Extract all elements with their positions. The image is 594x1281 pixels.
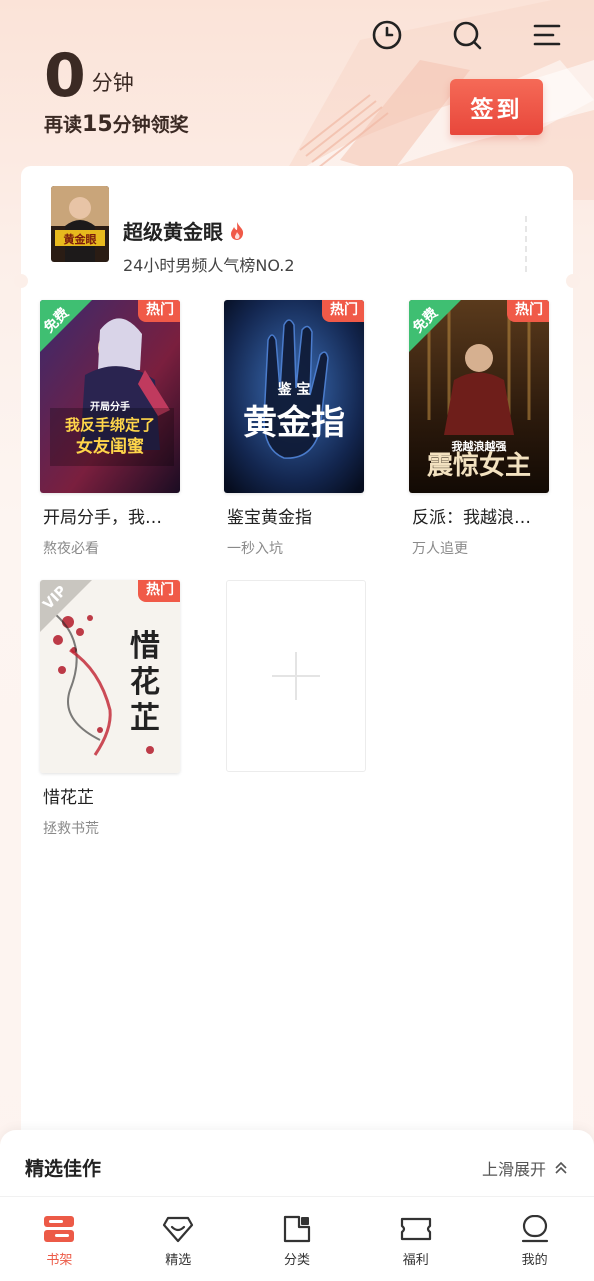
reward-tip-minutes: 15 — [82, 112, 113, 137]
tab-welfare-label: 福利 — [402, 1253, 429, 1268]
expand-featured-button[interactable]: 上滑展开 — [482, 1156, 568, 1180]
book-title: 惜花芷 — [43, 788, 94, 808]
book-item[interactable]: 惜 花 芷 VIP 热门 惜花芷 拯救书荒 — [40, 580, 180, 838]
bookshelf-icon — [44, 1216, 75, 1242]
vip-badge: VIP — [40, 580, 92, 632]
add-book-button[interactable] — [226, 580, 366, 772]
reading-minutes-value: 0 — [44, 41, 86, 111]
free-badge: 免费 — [40, 300, 92, 352]
svg-text:开局分手: 开局分手 — [90, 400, 130, 413]
expand-featured-label: 上滑展开 — [481, 1160, 546, 1179]
bookshelf-panel: 黄金眼 超级黄金眼 24小时男频人气榜NO.2 我反手绑定了 女友闺蜜 开局分手… — [14, 166, 580, 1166]
featured-section-bar[interactable]: 精选佳作 上滑展开 — [0, 1130, 594, 1200]
header-toolbar — [370, 18, 564, 52]
tab-category[interactable]: 分类 — [238, 1197, 357, 1281]
tab-category-label: 分类 — [283, 1253, 310, 1268]
tab-welfare[interactable]: 福利 — [356, 1197, 475, 1281]
book-item[interactable]: 鉴 宝 黄金指 热门 鉴宝黄金指 一秒入坑 — [224, 300, 364, 558]
flame-icon — [229, 221, 245, 246]
book-cover-title-art: 震惊女主 — [427, 450, 531, 481]
plus-icon — [272, 652, 320, 700]
book-cover[interactable]: 我反手绑定了 女友闺蜜 开局分手 免费 热门 — [40, 300, 180, 493]
hot-badge: 热门 — [322, 300, 364, 322]
hot-badge: 热门 — [138, 580, 180, 602]
book-cover-title-art: 黄金指 — [243, 403, 345, 443]
tab-bookshelf[interactable]: 书架 — [0, 1197, 119, 1281]
book-title: 反派：我越浪… — [412, 508, 531, 528]
reward-tip-suffix: 分钟领奖 — [112, 114, 189, 136]
rank-book-subtitle: 24小时男频人气榜NO.2 — [123, 256, 295, 275]
rank-card-divider — [525, 216, 527, 272]
svg-text:我反手绑定了: 我反手绑定了 — [65, 416, 155, 434]
panel-notch-right — [566, 274, 580, 288]
svg-text:鉴 宝: 鉴 宝 — [277, 381, 311, 398]
chevron-up-double-icon — [555, 1161, 567, 1174]
tab-profile-label: 我的 — [521, 1253, 548, 1268]
featured-title: 精选佳作 — [25, 1158, 102, 1180]
ticket-icon — [400, 1217, 431, 1241]
tab-featured[interactable]: 精选 — [119, 1197, 238, 1281]
book-title: 开局分手，我… — [43, 508, 162, 528]
tab-bookshelf-label: 书架 — [46, 1253, 73, 1268]
book-cover[interactable]: 惜 花 芷 VIP 热门 — [40, 580, 180, 773]
rank-book-title: 超级黄金眼 — [123, 216, 245, 246]
history-icon[interactable] — [370, 18, 404, 52]
book-tag: 拯救书荒 — [43, 821, 99, 837]
book-item[interactable]: 我越浪越强 震惊女主 免费 热门 反派：我越浪… 万人追更 — [409, 300, 549, 558]
book-title: 鉴宝黄金指 — [227, 508, 312, 528]
rank-recommendation-card[interactable]: 黄金眼 超级黄金眼 24小时男频人气榜NO.2 — [51, 186, 543, 275]
hot-badge: 热门 — [507, 300, 549, 322]
book-item[interactable]: 我反手绑定了 女友闺蜜 开局分手 免费 热门 开局分手，我… 熬夜必看 — [40, 300, 180, 558]
search-icon[interactable] — [450, 18, 484, 52]
tab-profile[interactable]: 我的 — [475, 1197, 594, 1281]
hot-badge: 热门 — [138, 300, 180, 322]
book-cover[interactable]: 我越浪越强 震惊女主 免费 热门 — [409, 300, 549, 493]
svg-text:芷: 芷 — [130, 701, 160, 736]
tab-featured-label: 精选 — [165, 1253, 192, 1268]
svg-text:花: 花 — [130, 665, 160, 700]
book-cover[interactable]: 鉴 宝 黄金指 热门 — [224, 300, 364, 493]
free-badge: 免费 — [409, 300, 461, 352]
svg-text:惜: 惜 — [130, 629, 160, 664]
svg-text:女友闺蜜: 女友闺蜜 — [76, 436, 144, 457]
category-icon — [283, 1215, 311, 1243]
rank-book-title-text: 超级黄金眼 — [123, 220, 223, 244]
diamond-icon — [163, 1216, 194, 1243]
reward-tip: 再读15分钟领奖 — [44, 110, 189, 137]
rank-book-cover[interactable]: 黄金眼 — [51, 186, 109, 262]
book-tag: 一秒入坑 — [227, 541, 283, 557]
checkin-button[interactable]: 签到 — [450, 79, 543, 135]
book-tag: 万人追更 — [412, 541, 468, 557]
profile-icon — [521, 1215, 548, 1243]
menu-icon[interactable] — [530, 18, 564, 52]
reward-tip-prefix: 再读 — [44, 114, 83, 136]
bottom-tab-bar: 书架 精选 分类 福利 我的 — [0, 1196, 594, 1281]
reading-time-summary: 0 分钟 再读15分钟领奖 — [44, 44, 189, 137]
reading-minutes-unit: 分钟 — [91, 71, 134, 95]
rank-cover-title-art: 黄金眼 — [64, 232, 97, 246]
panel-notch-left — [14, 274, 28, 288]
book-tag: 熬夜必看 — [43, 541, 99, 557]
